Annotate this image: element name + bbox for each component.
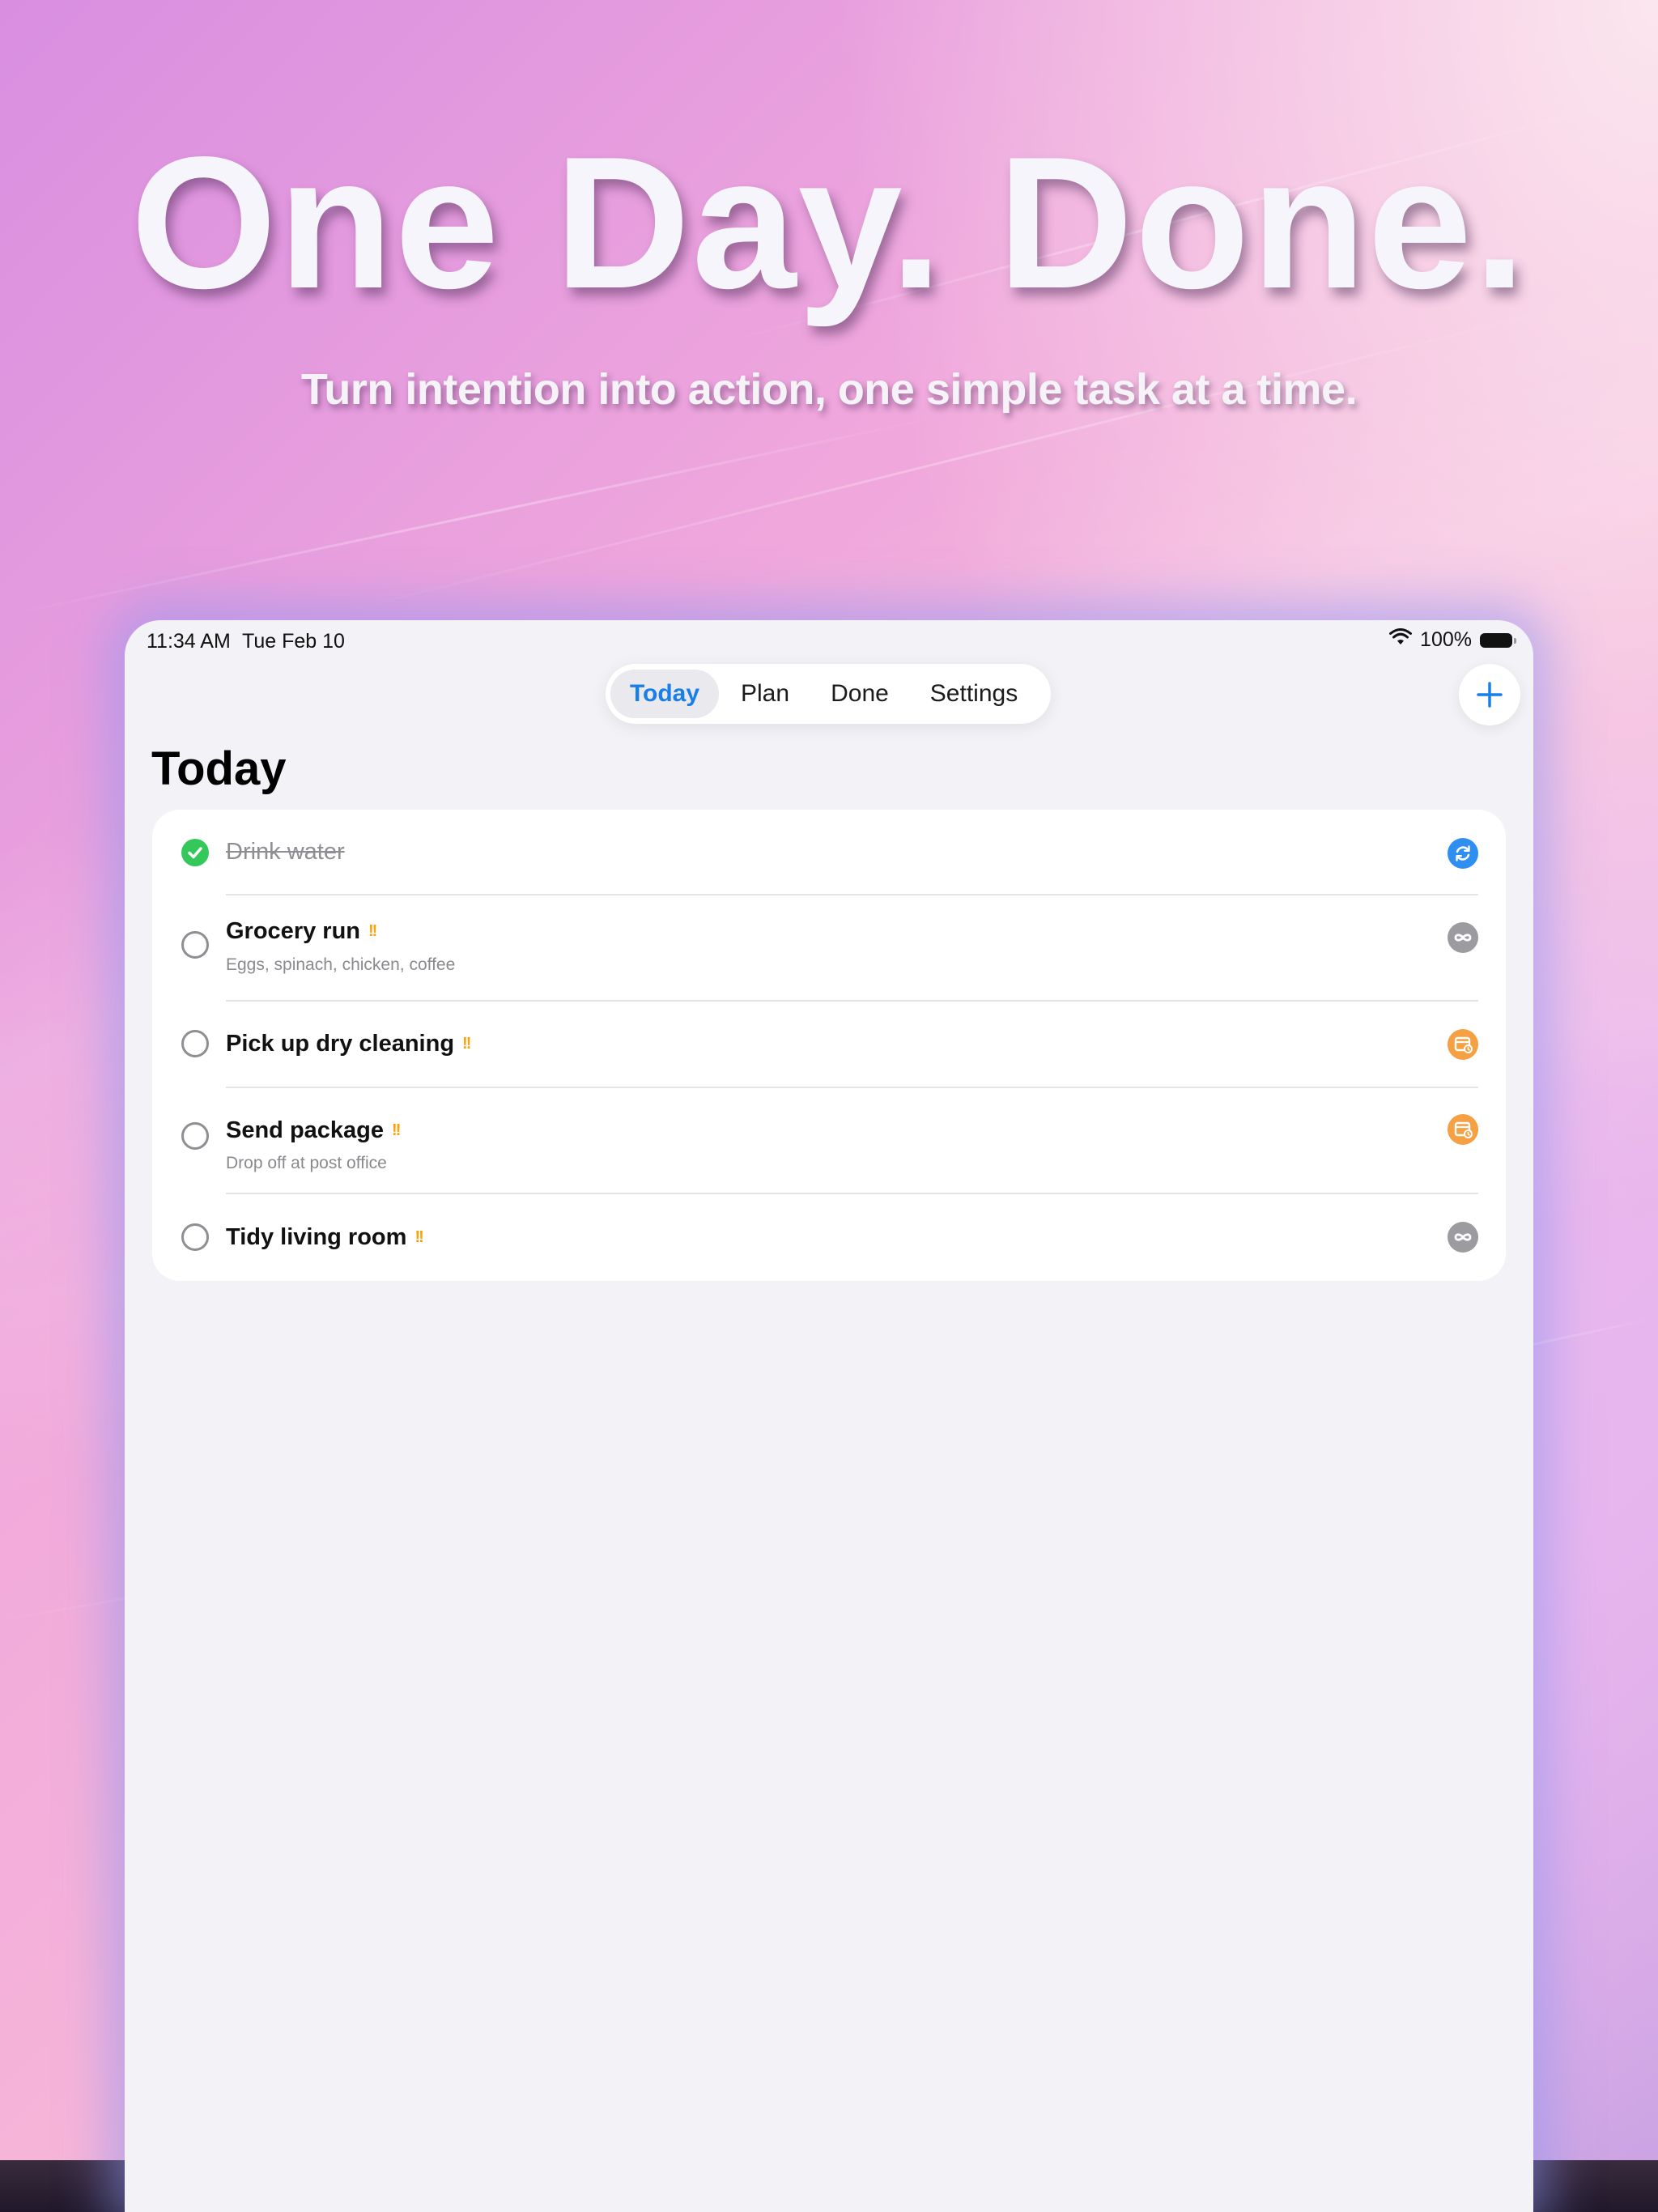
background-streak [323, 301, 1581, 618]
task-title: Tidy living room!! [226, 1224, 424, 1251]
device-screen: 11:34 AM Tue Feb 10 100% Today Plan Done… [125, 620, 1533, 2212]
task-title-text: Tidy living room [226, 1224, 407, 1250]
task-checkbox[interactable] [181, 1122, 209, 1150]
status-date: Tue Feb 10 [242, 630, 345, 653]
task-row[interactable]: Drink water [152, 810, 1506, 895]
hero-title: One Day. Done. [130, 118, 1528, 328]
status-indicators: 100% [1389, 628, 1516, 652]
add-task-button[interactable] [1459, 664, 1520, 725]
tab-plan[interactable]: Plan [719, 670, 811, 718]
tab-done[interactable]: Done [811, 670, 908, 718]
tab-today[interactable]: Today [610, 670, 719, 718]
battery-icon [1480, 632, 1516, 648]
calendar-clock-icon [1448, 1114, 1478, 1145]
task-row[interactable]: Pick up dry cleaning!! [152, 1002, 1506, 1087]
task-title-text: Pick up dry cleaning [226, 1031, 455, 1057]
task-checkbox[interactable] [181, 1030, 209, 1057]
task-title: Grocery run!! [226, 918, 377, 945]
battery-percent: 100% [1420, 628, 1472, 651]
background-streak [0, 413, 951, 618]
task-checkbox[interactable] [181, 1223, 209, 1251]
task-title: Drink water [226, 839, 345, 865]
calendar-clock-icon [1448, 1029, 1478, 1060]
task-row[interactable]: Grocery run!! Eggs, spinach, chicken, co… [152, 895, 1506, 1000]
task-note: Eggs, spinach, chicken, coffee [226, 955, 456, 974]
repeat-icon [1448, 838, 1478, 869]
task-row[interactable]: Send package!! Drop off at post office [152, 1088, 1506, 1193]
status-time: 11:34 AM [147, 630, 231, 653]
infinity-icon [1448, 1222, 1478, 1253]
tab-settings[interactable]: Settings [908, 670, 1039, 718]
task-note: Drop off at post office [226, 1154, 387, 1172]
task-title-text: Grocery run [226, 918, 360, 944]
priority-indicator: !! [414, 1228, 423, 1246]
status-bar: 11:34 AM Tue Feb 10 100% [125, 620, 1533, 662]
task-title-text: Send package [226, 1117, 385, 1143]
completed-checkbox[interactable] [181, 839, 209, 866]
wifi-icon [1389, 628, 1413, 652]
page-title: Today [151, 742, 287, 795]
priority-indicator: !! [462, 1035, 471, 1053]
task-list: Drink water Grocery run!! Eggs, spinach,… [152, 810, 1506, 1281]
priority-indicator: !! [392, 1121, 401, 1139]
task-title: Send package!! [226, 1117, 401, 1144]
hero-subtitle: Turn intention into action, one simple t… [300, 365, 1358, 414]
tab-bar: Today Plan Done Settings [606, 664, 1051, 724]
infinity-icon [1448, 922, 1478, 953]
checkmark-icon [188, 847, 202, 859]
priority-indicator: !! [368, 922, 377, 940]
task-checkbox[interactable] [181, 931, 209, 959]
task-title: Pick up dry cleaning!! [226, 1031, 471, 1057]
task-row[interactable]: Tidy living room!! [152, 1194, 1506, 1281]
plus-icon [1477, 682, 1503, 708]
